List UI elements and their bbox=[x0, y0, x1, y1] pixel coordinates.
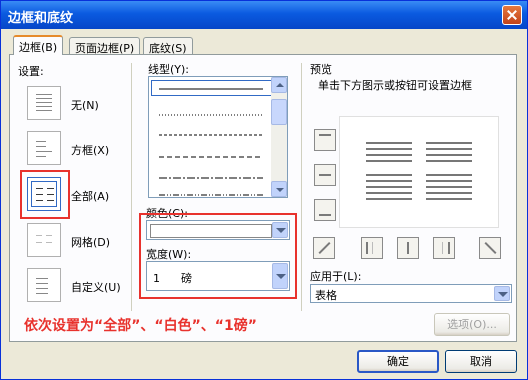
apply-to-value: 表格 bbox=[315, 289, 337, 302]
border-left-icon[interactable] bbox=[361, 237, 383, 259]
window-title: 边框和底纹 bbox=[8, 11, 74, 26]
scroll-thumb[interactable] bbox=[271, 99, 287, 125]
options-button[interactable]: 选项(O)... bbox=[434, 313, 510, 336]
tab-borders[interactable]: 边框(B) bbox=[13, 35, 64, 55]
border-right-icon[interactable] bbox=[433, 237, 455, 259]
border-bottom-icon[interactable] bbox=[314, 199, 336, 221]
tab-page-borders[interactable]: 页面边框(P) bbox=[69, 37, 141, 55]
border-top-icon[interactable] bbox=[314, 129, 336, 151]
annotation-text: 依次设置为“全部”、“白色”、“1磅” bbox=[24, 318, 257, 334]
close-icon[interactable] bbox=[502, 5, 522, 25]
scroll-down-icon[interactable] bbox=[271, 181, 287, 197]
preview-hint: 单击下方图示或按钮可设置边框 bbox=[318, 79, 472, 92]
preview-area[interactable] bbox=[339, 116, 499, 228]
apply-to-label: 应用于(L): bbox=[310, 270, 362, 283]
highlight-color-width bbox=[139, 213, 297, 299]
setting-grid-icon[interactable] bbox=[27, 223, 61, 257]
line-style-label: 线型(Y): bbox=[148, 63, 190, 76]
apply-to-dropdown-icon[interactable] bbox=[494, 286, 510, 301]
divider-right bbox=[301, 63, 302, 311]
setting-custom-label[interactable]: 自定义(U) bbox=[71, 279, 121, 295]
divider-left bbox=[131, 63, 132, 311]
tab-shading[interactable]: 底纹(S) bbox=[143, 37, 193, 55]
scroll-up-icon[interactable] bbox=[271, 77, 287, 93]
border-diagonal-up-icon[interactable] bbox=[313, 237, 335, 259]
setting-box-label[interactable]: 方框(X) bbox=[71, 142, 109, 158]
setting-box-icon[interactable] bbox=[27, 131, 61, 165]
highlight-setting-all bbox=[20, 170, 70, 219]
border-diagonal-down-icon[interactable] bbox=[479, 237, 501, 259]
cancel-button[interactable]: 取消 bbox=[445, 350, 517, 373]
title-bar: 边框和底纹 bbox=[1, 1, 527, 29]
preview-label: 预览 bbox=[310, 63, 332, 76]
line-style-scrollbar[interactable] bbox=[271, 77, 287, 197]
setting-custom-icon[interactable] bbox=[27, 268, 61, 302]
preview-document-icon bbox=[366, 142, 472, 200]
setting-none-icon[interactable] bbox=[27, 86, 61, 120]
ok-button[interactable]: 确定 bbox=[357, 350, 439, 373]
apply-to-combo[interactable]: 表格 bbox=[310, 284, 512, 303]
borders-shading-dialog: 边框和底纹 边框(B) 页面边框(P) 底纹(S) 设置: 无(N) 方框(X)… bbox=[0, 0, 528, 380]
line-style-options[interactable] bbox=[149, 77, 273, 197]
setting-grid-label[interactable]: 网格(D) bbox=[71, 234, 110, 250]
settings-label: 设置: bbox=[18, 65, 44, 78]
setting-none-label[interactable]: 无(N) bbox=[71, 97, 99, 113]
border-inside-horizontal-icon[interactable] bbox=[314, 164, 336, 186]
setting-all-label[interactable]: 全部(A) bbox=[71, 188, 109, 204]
line-style-list[interactable] bbox=[148, 76, 288, 198]
border-inside-vertical-icon[interactable] bbox=[397, 237, 419, 259]
